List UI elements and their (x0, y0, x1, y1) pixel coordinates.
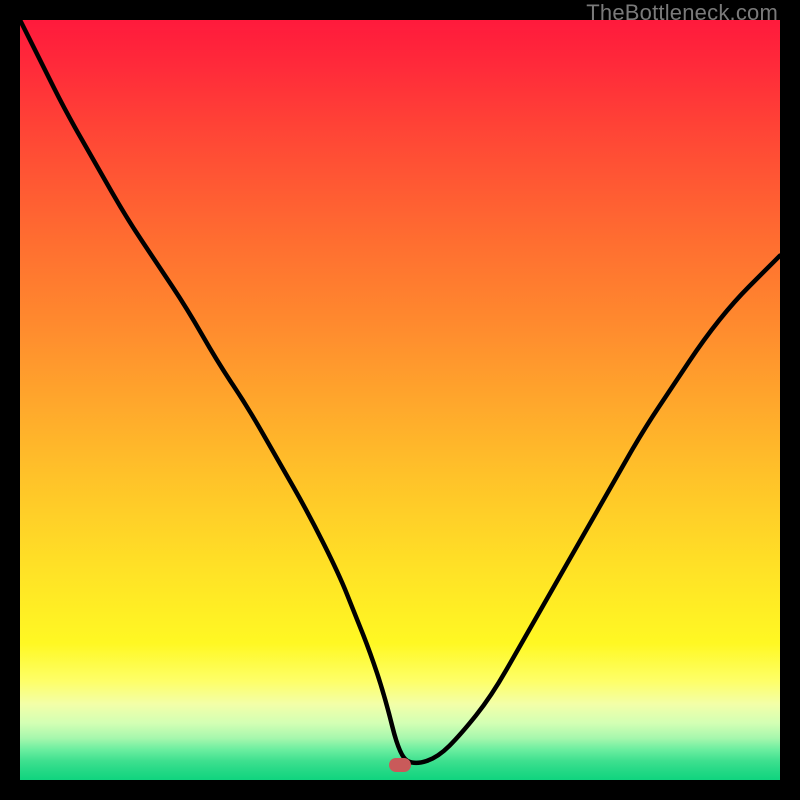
watermark-text: TheBottleneck.com (586, 0, 778, 26)
optimal-marker (389, 758, 411, 772)
chart-frame: TheBottleneck.com (0, 0, 800, 800)
bottleneck-curve (20, 20, 780, 780)
plot-area (20, 20, 780, 780)
